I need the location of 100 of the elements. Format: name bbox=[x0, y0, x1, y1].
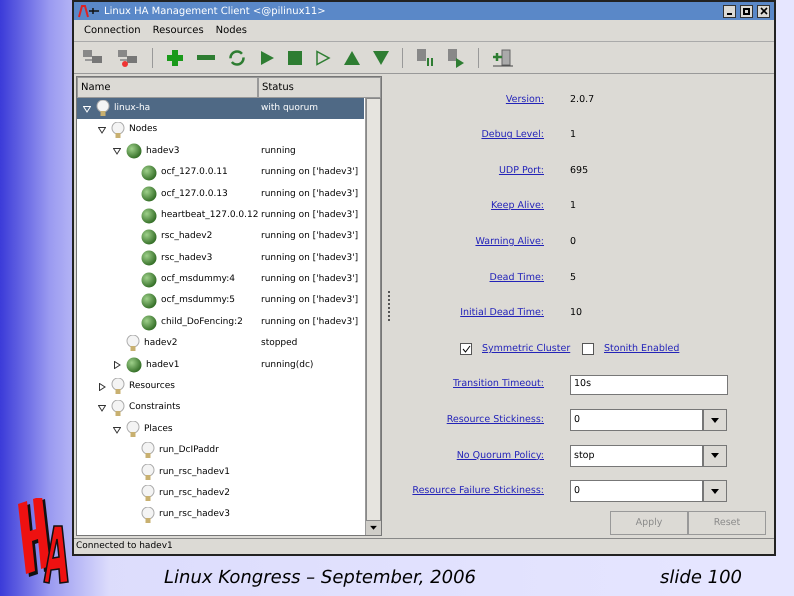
tree-row[interactable]: Resources bbox=[77, 376, 364, 398]
play-icon[interactable] bbox=[259, 50, 275, 66]
stop-icon[interactable] bbox=[288, 50, 302, 64]
tree-row[interactable]: rsc_hadev2 running on ['hadev3'] bbox=[77, 226, 364, 248]
app-logo-icon bbox=[78, 4, 100, 18]
combo-field[interactable]: 0 bbox=[570, 409, 703, 432]
node-arrow-icon[interactable] bbox=[447, 48, 465, 68]
field-label[interactable]: Debug Level: bbox=[481, 128, 544, 143]
tree-row[interactable]: hadev2 stopped bbox=[77, 333, 364, 355]
tree-item-status: running on ['hadev3'] bbox=[261, 252, 358, 265]
field-label[interactable]: Version: bbox=[506, 92, 544, 107]
combo-field[interactable]: 0 bbox=[570, 480, 703, 502]
field-label[interactable]: Keep Alive: bbox=[491, 199, 544, 214]
tree-item-name: run_DcIPaddr bbox=[159, 444, 219, 458]
tree-row[interactable]: run_rsc_hadev2 bbox=[77, 483, 364, 504]
tree-item-name: Resources bbox=[129, 380, 175, 394]
scrollbar[interactable] bbox=[365, 98, 381, 535]
tree-item-name: Constraints bbox=[129, 401, 180, 414]
tree-row[interactable]: hadev3 running bbox=[77, 140, 364, 162]
column-header[interactable]: Name bbox=[77, 77, 258, 98]
tree-item-name: run_rsc_hadev2 bbox=[159, 486, 230, 500]
tree-row[interactable]: ocf_127.0.0.11 running on ['hadev3'] bbox=[77, 162, 364, 184]
checkbox[interactable] bbox=[582, 342, 594, 355]
tree-row[interactable]: linux-ha with quorum bbox=[77, 98, 364, 120]
light-bulb-icon bbox=[141, 442, 155, 460]
dropdown-button[interactable] bbox=[703, 480, 727, 502]
window-title: Linux HA Management Client <@pilinux11> bbox=[104, 4, 326, 18]
field-label[interactable]: No Quorum Policy: bbox=[456, 448, 544, 463]
field-label[interactable]: Warning Alive: bbox=[475, 235, 544, 250]
field-label[interactable]: Dead Time: bbox=[490, 270, 544, 285]
combo-field[interactable]: stop bbox=[570, 444, 703, 467]
text-field[interactable]: 10s bbox=[570, 374, 728, 395]
dropdown-button[interactable] bbox=[703, 409, 727, 432]
light-bulb-icon bbox=[141, 485, 155, 502]
tree-item-status: stopped bbox=[261, 337, 298, 350]
slide-number: slide 100 bbox=[660, 566, 742, 590]
tree-row[interactable]: heartbeat_127.0.0.12 running on ['hadev3'] bbox=[77, 204, 364, 226]
down-triangle-icon[interactable] bbox=[373, 50, 389, 64]
maximize-button[interactable] bbox=[740, 4, 753, 18]
ball-icon bbox=[141, 208, 157, 224]
remove-icon[interactable] bbox=[197, 54, 215, 60]
expanded-arrow-icon[interactable] bbox=[98, 404, 106, 412]
tree-row[interactable]: Nodes bbox=[77, 119, 364, 141]
ball-icon bbox=[141, 293, 157, 310]
play-outline-icon[interactable] bbox=[315, 50, 331, 66]
disconnect-computers-icon[interactable] bbox=[117, 48, 139, 68]
field-label[interactable]: Transition Timeout: bbox=[453, 377, 544, 392]
tree-item-status: running(dc) bbox=[261, 358, 314, 372]
tree-row[interactable]: ocf_127.0.0.13 running on ['hadev3'] bbox=[77, 184, 364, 205]
ball-icon bbox=[141, 186, 157, 202]
tree-item-name: hadev3 bbox=[146, 144, 180, 158]
ball-icon bbox=[141, 314, 157, 331]
tree-row[interactable]: run_rsc_hadev1 bbox=[77, 462, 364, 484]
add-icon[interactable] bbox=[166, 48, 184, 66]
node-pause-icon[interactable] bbox=[416, 48, 434, 68]
up-triangle-icon[interactable] bbox=[344, 50, 360, 64]
tree-item-name: hadev2 bbox=[144, 337, 178, 350]
menu-item[interactable]: Connection bbox=[84, 23, 141, 38]
tree-row[interactable]: Constraints bbox=[77, 397, 364, 419]
tree-row[interactable]: run_rsc_hadev3 bbox=[77, 504, 364, 526]
field-label[interactable]: Resource Stickiness: bbox=[446, 413, 544, 428]
exit-door-icon[interactable] bbox=[492, 48, 514, 68]
field-label[interactable]: UDP Port: bbox=[498, 164, 544, 178]
field-value: 2.0.7 bbox=[570, 92, 594, 107]
collapsed-arrow-icon[interactable] bbox=[98, 382, 106, 391]
collapsed-arrow-icon[interactable] bbox=[113, 361, 121, 370]
caret-icon bbox=[711, 453, 719, 458]
menu-item[interactable]: Resources bbox=[152, 23, 204, 38]
refresh-icon[interactable] bbox=[228, 48, 246, 66]
tree-item-status: running on ['hadev3'] bbox=[261, 294, 358, 308]
field-label[interactable]: Initial Dead Time: bbox=[460, 306, 544, 320]
dropdown-button[interactable] bbox=[703, 444, 727, 467]
tree-item-status: running on ['hadev3'] bbox=[261, 273, 358, 286]
checkbox-label[interactable]: Symmetric Cluster bbox=[482, 342, 570, 356]
field-label[interactable]: Resource Failure Stickiness: bbox=[412, 484, 544, 498]
expanded-arrow-icon[interactable] bbox=[98, 126, 106, 134]
caret-icon bbox=[711, 418, 719, 423]
expanded-arrow-icon[interactable] bbox=[113, 426, 121, 434]
slide-footer: Linux Kongress – September, 2006 bbox=[164, 564, 476, 591]
tree-row[interactable]: run_DcIPaddr bbox=[77, 440, 364, 462]
tree-row[interactable]: rsc_hadev3 running on ['hadev3'] bbox=[77, 248, 364, 270]
tree-item-name: ocf_msdummy:5 bbox=[161, 294, 235, 308]
checkbox[interactable] bbox=[460, 342, 472, 355]
minimize-button[interactable] bbox=[723, 4, 736, 18]
tree-item-name: Places bbox=[144, 422, 173, 436]
close-button[interactable] bbox=[757, 4, 770, 18]
tree-row[interactable]: hadev1 running(dc) bbox=[77, 354, 364, 376]
tree-row[interactable]: ocf_msdummy:5 running on ['hadev3'] bbox=[77, 290, 364, 312]
tree-row[interactable]: Places bbox=[77, 418, 364, 440]
column-header[interactable]: Status bbox=[258, 77, 381, 98]
tree-row[interactable]: ocf_msdummy:4 running on ['hadev3'] bbox=[77, 269, 364, 291]
menu-item[interactable]: Nodes bbox=[216, 23, 247, 38]
tree-item-name: Nodes bbox=[129, 123, 158, 136]
light-bulb-icon bbox=[126, 421, 140, 438]
field-value: 0 bbox=[570, 235, 576, 250]
light-bulb-icon bbox=[111, 122, 125, 139]
expanded-arrow-icon[interactable] bbox=[113, 147, 121, 156]
tree-item-name: ocf_127.0.0.13 bbox=[161, 188, 228, 200]
checkbox-label[interactable]: Stonith Enabled bbox=[604, 342, 680, 356]
tree-row[interactable]: child_DoFencing:2 running on ['hadev3'] bbox=[77, 312, 364, 334]
